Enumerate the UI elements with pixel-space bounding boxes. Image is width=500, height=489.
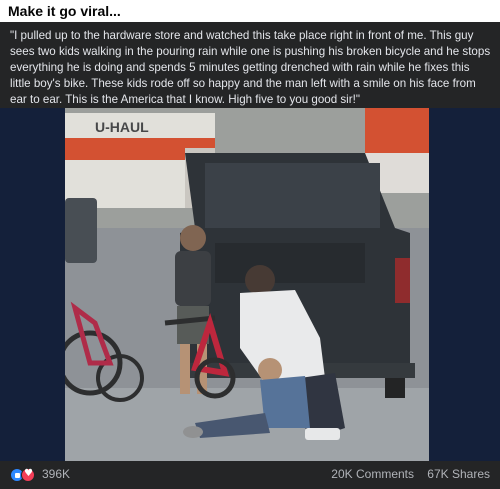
reaction-icons[interactable] xyxy=(10,468,38,482)
post-media[interactable]: U-HAUL xyxy=(0,108,500,461)
post: "I pulled up to the hardware store and w… xyxy=(0,22,500,489)
love-icon xyxy=(21,468,35,482)
reaction-bar: 396K 20K Comments 67K Shares xyxy=(0,461,500,489)
shares-count[interactable]: 67K Shares xyxy=(427,467,490,481)
header-bar: Make it go viral... xyxy=(0,0,500,22)
photo-illustration: U-HAUL xyxy=(65,108,429,461)
comments-count[interactable]: 20K Comments xyxy=(331,467,414,481)
post-photo[interactable]: U-HAUL xyxy=(65,108,429,461)
reaction-count[interactable]: 396K xyxy=(42,467,70,481)
header-title: Make it go viral... xyxy=(8,3,121,19)
post-text: "I pulled up to the hardware store and w… xyxy=(10,29,491,106)
